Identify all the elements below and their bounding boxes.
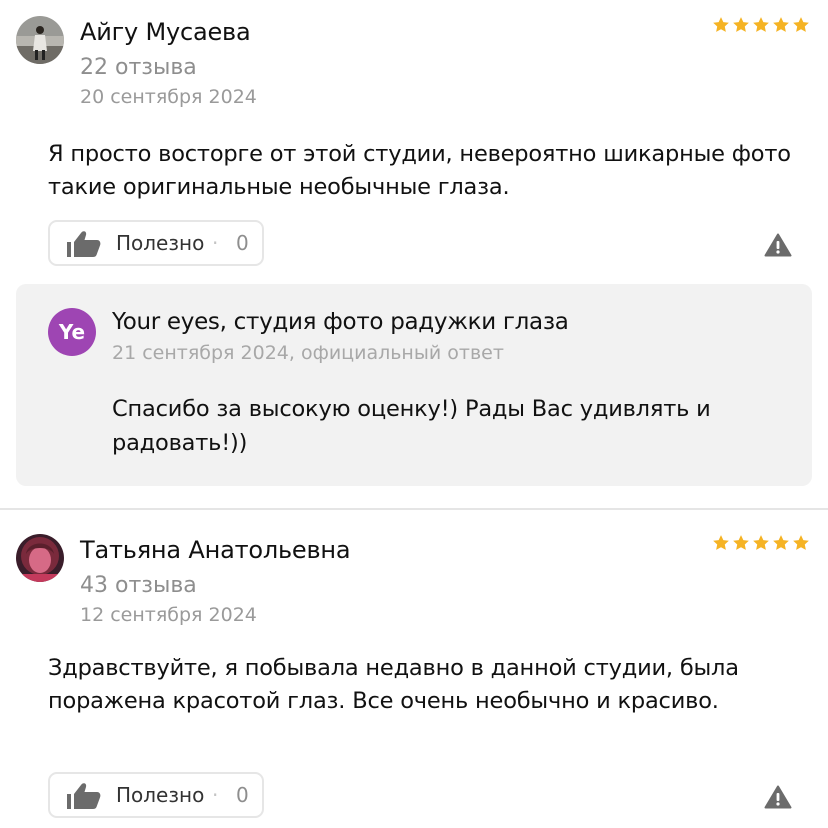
thumbs-up-icon (67, 231, 101, 257)
review-text: Здравствуйте, я побывала недавно в данно… (48, 655, 739, 714)
reply-meta: 21 сентября 2024, официальный ответ (112, 342, 504, 364)
organization-name[interactable]: Your eyes, студия фото радужки глаза (112, 309, 569, 335)
useful-count: 0 (236, 783, 249, 807)
review-divider (0, 508, 828, 510)
review-date: 12 сентября 2024 (80, 604, 257, 626)
star-icon (713, 535, 729, 550)
useful-button[interactable]: Полезно · 0 (48, 220, 264, 266)
review-card: Айгу Мусаева 22 отзыва 20 сентября 2024 … (0, 0, 828, 508)
author-name[interactable]: Татьяна Анатольевна (80, 536, 351, 564)
useful-separator: · (212, 783, 219, 807)
star-icon (733, 17, 749, 32)
reply-text: Спасибо за высокую оценку!) Рады Вас уди… (112, 396, 711, 456)
star-icon (793, 535, 809, 550)
useful-separator: · (212, 231, 219, 255)
author-avatar[interactable] (16, 534, 64, 582)
star-rating (713, 535, 809, 550)
star-icon (793, 17, 809, 32)
warning-icon[interactable] (764, 785, 792, 809)
star-icon (773, 535, 789, 550)
useful-label: Полезно (116, 783, 205, 807)
official-reply: Ye Your eyes, студия фото радужки глаза … (16, 284, 812, 486)
review-text: Я просто восторге от этой студии, неверо… (48, 141, 791, 200)
star-rating (713, 17, 809, 32)
author-name[interactable]: Айгу Мусаева (80, 18, 251, 46)
author-review-count: 43 отзыва (80, 573, 197, 598)
warning-icon[interactable] (764, 233, 792, 257)
useful-count: 0 (236, 231, 249, 255)
thumbs-up-icon (67, 783, 101, 809)
useful-label: Полезно (116, 231, 205, 255)
star-icon (753, 17, 769, 32)
star-icon (753, 535, 769, 550)
review-date: 20 сентября 2024 (80, 86, 257, 108)
author-avatar[interactable] (16, 16, 64, 64)
author-review-count: 22 отзыва (80, 55, 197, 80)
star-icon (733, 535, 749, 550)
star-icon (773, 17, 789, 32)
useful-button[interactable]: Полезно · 0 (48, 772, 264, 818)
review-card: Татьяна Анатольевна 43 отзыва 12 сентябр… (0, 518, 828, 828)
star-icon (713, 17, 729, 32)
organization-logo[interactable]: Ye (48, 308, 96, 356)
